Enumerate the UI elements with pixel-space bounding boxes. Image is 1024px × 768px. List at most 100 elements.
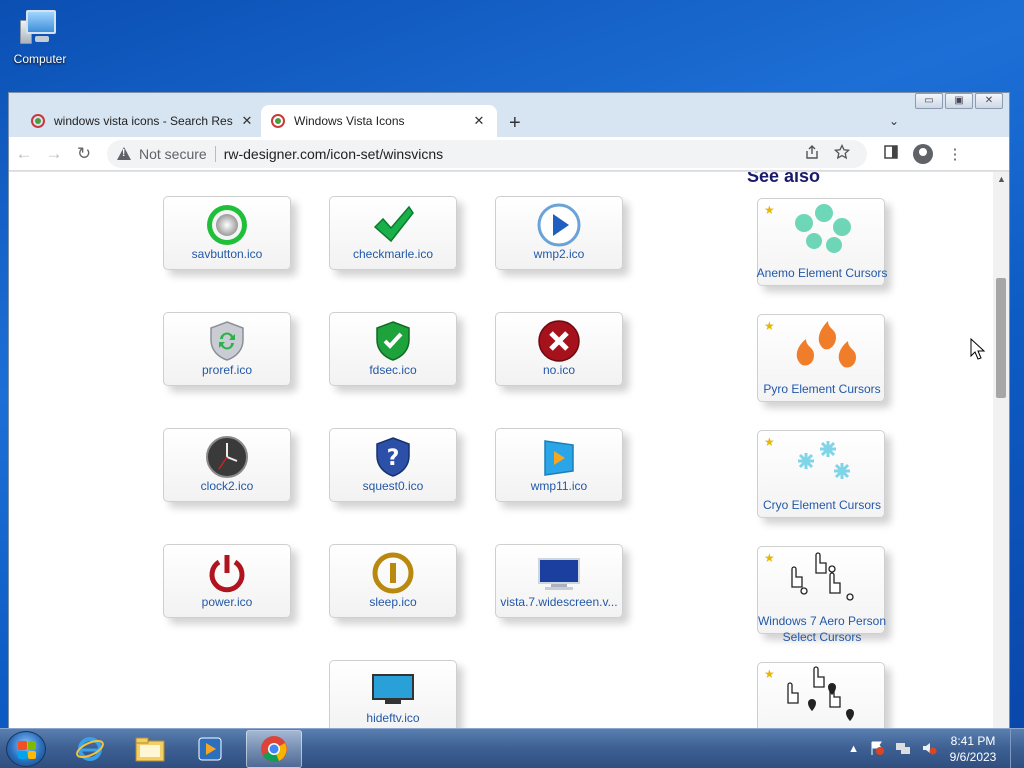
taskbar-media-player[interactable] (182, 730, 238, 768)
tab-search-results[interactable]: windows vista icons - Search Res ✕ (21, 105, 265, 137)
more-menu-icon[interactable]: ⋮ (939, 145, 971, 163)
refresh-shield-icon (205, 319, 249, 363)
icon-card-power[interactable]: power.ico (163, 544, 291, 618)
clock-icon (205, 435, 249, 479)
see-also-anemo[interactable]: ★ Anemo Element Cursors (757, 198, 887, 286)
icon-label[interactable]: wmp2.ico (496, 247, 622, 261)
red-x-icon (537, 319, 581, 363)
url-text[interactable]: rw-designer.com/icon-set/winsvicns (224, 146, 797, 162)
tab-title: Windows Vista Icons (294, 114, 405, 128)
taskbar-file-explorer[interactable] (122, 730, 178, 768)
icon-label[interactable]: fdsec.ico (330, 363, 456, 377)
taskbar-chrome[interactable] (246, 730, 302, 768)
chrome-window: ▭ ▣ ✕ windows vista icons - Search Res ✕… (8, 92, 1010, 728)
see-also-label[interactable]: Windows 7 Aero Person Select Cursors (748, 613, 896, 645)
icon-label[interactable]: wmp11.ico (496, 479, 622, 493)
reload-button[interactable]: ↻ (69, 144, 99, 164)
question-shield-icon: ? (371, 435, 415, 479)
icon-card-fdsec[interactable]: fdsec.ico (329, 312, 457, 386)
computer-icon (18, 8, 62, 48)
icon-card-checkmarle[interactable]: checkmarle.ico (329, 196, 457, 270)
widescreen-monitor-icon (537, 551, 581, 595)
tab-search-button[interactable]: ⌄ (889, 114, 899, 128)
folder-icon (135, 737, 165, 762)
icon-label[interactable]: no.ico (496, 363, 622, 377)
desktop-computer-icon[interactable]: Computer (8, 8, 72, 66)
icon-card-hideftv[interactable]: hideftv.ico (329, 660, 457, 728)
clock-date: 9/6/2023 (949, 750, 997, 764)
scroll-up-arrow-icon[interactable]: ▲ (997, 174, 1006, 184)
browser-toolbar: ← → ↻ Not secure rw-designer.com/icon-se… (9, 137, 1009, 171)
tab-close-icon[interactable]: ✕ (239, 113, 255, 129)
tab-close-icon[interactable]: ✕ (471, 113, 487, 129)
omnibox-divider (214, 145, 216, 162)
green-ring-button-icon (205, 203, 249, 247)
tab-strip: windows vista icons - Search Res ✕ Windo… (9, 101, 1009, 137)
show-hidden-icons-button[interactable]: ▲ (848, 743, 859, 755)
security-label[interactable]: Not secure (139, 146, 207, 162)
icon-label[interactable]: savbutton.ico (164, 247, 290, 261)
tab-favicon-icon (31, 114, 45, 128)
start-button[interactable] (6, 731, 46, 767)
page-scrollbar[interactable]: ▲ (993, 172, 1009, 728)
bookmark-star-icon[interactable] (827, 143, 857, 164)
scrollbar-thumb[interactable] (996, 278, 1006, 398)
cryo-cursors-thumbnail (758, 431, 884, 495)
icon-label[interactable]: squest0.ico (330, 479, 456, 493)
person-select-cursors-thumbnail (758, 547, 884, 611)
icon-card-wmp11[interactable]: wmp11.ico (495, 428, 623, 502)
desktop-computer-label: Computer (13, 52, 67, 66)
icon-card-sleep[interactable]: sleep.ico (329, 544, 457, 618)
chrome-icon (261, 736, 287, 762)
see-also-cryo[interactable]: ★ Cryo Element Cursors (757, 430, 885, 518)
icon-label[interactable]: sleep.ico (330, 595, 456, 609)
profile-avatar-icon[interactable] (913, 143, 933, 164)
action-center-icon[interactable] (869, 740, 885, 759)
pyro-cursors-thumbnail (758, 315, 884, 379)
sleep-icon (371, 551, 415, 595)
icon-card-no[interactable]: no.ico (495, 312, 623, 386)
see-also-label[interactable]: Cryo Element Cursors (748, 497, 896, 513)
see-also-person-select[interactable]: ★ Windows 7 Aero Person Select Cursors (757, 546, 886, 644)
volume-muted-icon[interactable] (921, 740, 937, 759)
icon-label[interactable]: vista.7.widescreen.v... (496, 595, 622, 609)
back-button[interactable]: ← (9, 144, 39, 164)
tab-favicon-icon (271, 114, 285, 128)
icon-label[interactable]: hideftv.ico (330, 711, 456, 725)
media-player-icon (537, 435, 581, 479)
icon-card-savbutton[interactable]: savbutton.ico (163, 196, 291, 270)
warning-icon[interactable] (117, 146, 131, 161)
icon-card-squest0[interactable]: ? squest0.ico (329, 428, 457, 502)
svg-text:?: ? (387, 446, 400, 471)
icon-label[interactable]: proref.ico (164, 363, 290, 377)
tab-windows-vista-icons[interactable]: Windows Vista Icons ✕ (261, 105, 497, 137)
icon-card-clock2[interactable]: clock2.ico (163, 428, 291, 502)
icon-card-proref[interactable]: proref.ico (163, 312, 291, 386)
location-select-cursors-thumbnail (758, 663, 884, 727)
clock-time: 8:41 PM (950, 734, 996, 748)
windows-logo-icon (18, 741, 36, 759)
address-bar[interactable]: Not secure rw-designer.com/icon-set/wins… (107, 139, 867, 168)
new-tab-button[interactable]: + (509, 112, 521, 135)
clock[interactable]: 8:41 PM 9/6/2023 (942, 733, 1004, 765)
play-button-icon (537, 203, 581, 247)
see-also-label[interactable]: Pyro Element Cursors (748, 381, 896, 397)
tab-title: windows vista icons - Search Res (54, 114, 233, 128)
see-also-pyro[interactable]: ★ Pyro Element Cursors (757, 314, 885, 402)
side-panel-icon[interactable] (875, 144, 907, 164)
see-also-label[interactable]: Anemo Element Cursors (748, 265, 896, 281)
show-desktop-button[interactable] (1010, 729, 1024, 768)
icon-card-vista-widescreen[interactable]: vista.7.widescreen.v... (495, 544, 623, 618)
icon-label[interactable]: checkmarle.ico (330, 247, 456, 261)
media-player-icon (198, 737, 222, 761)
hdtv-icon (371, 667, 415, 711)
see-also-location-select[interactable]: ★ (757, 662, 885, 728)
icon-label[interactable]: clock2.ico (164, 479, 290, 493)
power-icon (205, 551, 249, 595)
icon-card-wmp2[interactable]: wmp2.ico (495, 196, 623, 270)
icon-label[interactable]: power.ico (164, 595, 290, 609)
share-icon[interactable] (797, 144, 827, 164)
network-icon[interactable] (895, 740, 911, 759)
forward-button[interactable]: → (39, 144, 69, 164)
taskbar-internet-explorer[interactable] (62, 730, 118, 768)
